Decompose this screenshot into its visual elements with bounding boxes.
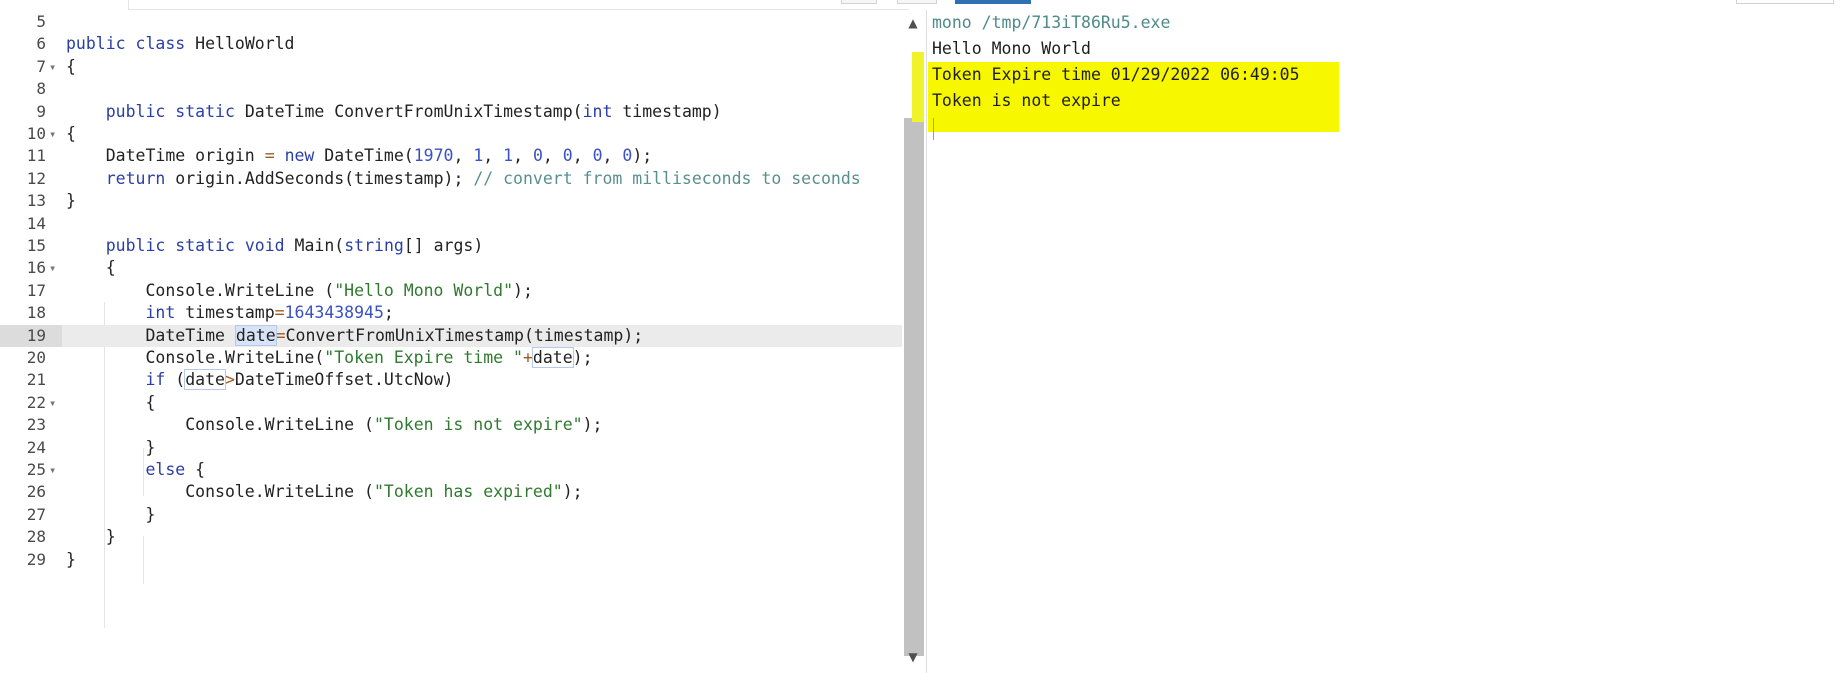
code-text: Console.WriteLine ("Hello Mono World"); [66, 280, 533, 300]
console-output-line: Token Expire time 01/29/2022 06:49:05 [932, 65, 1300, 84]
scroll-up-arrow-icon[interactable]: ▲ [906, 16, 920, 30]
code-line[interactable]: 8 [0, 78, 902, 100]
code-text: } [66, 504, 156, 524]
code-text: Console.WriteLine ("Token is not expire"… [66, 415, 603, 435]
code-text: public static void Main(string[] args) [105, 236, 484, 255]
code-line[interactable]: 15 public static void Main(string[] args… [0, 235, 902, 257]
code-line[interactable]: 22 ▾ { [0, 392, 902, 414]
code-line[interactable]: 28 } [0, 526, 902, 548]
ide-window: 5 6 public class HelloWorld 7 ▾{8 9 public st… [0, 0, 1846, 673]
fold-caret-icon[interactable]: ▾ [49, 392, 56, 414]
console-toolbar-button[interactable] [1736, 0, 1834, 4]
code-line[interactable]: 25 ▾ else { [0, 459, 902, 481]
toolbar-button-1[interactable] [841, 0, 877, 4]
code-line[interactable]: 23 Console.WriteLine ("Token is not expi… [0, 414, 902, 436]
code-line[interactable]: 11 DateTime origin = new DateTime(1970, … [0, 145, 902, 167]
code-text: return origin.AddSeconds(timestamp); // … [105, 168, 861, 188]
line-number: 23 [26, 415, 46, 435]
code-line[interactable]: 5 [0, 11, 902, 33]
scroll-down-arrow-icon[interactable]: ▼ [906, 650, 920, 664]
fold-caret-icon[interactable]: ▾ [49, 257, 56, 279]
code-line[interactable]: 24 } [0, 437, 902, 459]
code-line[interactable]: 17 Console.WriteLine ("Hello Mono World"… [0, 280, 902, 302]
code-text: DateTime origin = new DateTime(1970, 1, … [66, 146, 653, 166]
line-number: 11 [26, 146, 46, 166]
code-text: else { [145, 460, 206, 479]
line-number: 8 [36, 79, 46, 99]
code-line[interactable]: 20 Console.WriteLine("Token Expire time … [0, 347, 902, 369]
code-text: Console.WriteLine ("Token has expired"); [66, 482, 583, 502]
line-number: 16 [26, 258, 46, 278]
code-text: } [66, 549, 76, 569]
line-number: 28 [26, 527, 46, 547]
code-line[interactable]: 13} [0, 190, 902, 212]
code-line[interactable]: 19 DateTime date=ConvertFromUnixTimestam… [0, 324, 902, 347]
line-number: 12 [26, 168, 46, 188]
code-text: { [66, 124, 76, 143]
code-text: } [66, 527, 116, 547]
code-line[interactable]: 14 [0, 213, 902, 235]
code-line[interactable]: 29} [0, 549, 902, 571]
console-command-line: mono /tmp/713iT86Ru5.exe [932, 13, 1171, 32]
line-number: 24 [26, 437, 46, 457]
code-line[interactable]: 21 if (date>DateTimeOffset.UtcNow) [0, 369, 902, 391]
fold-caret-icon[interactable]: ▾ [49, 56, 56, 78]
code-editor[interactable]: 5 6 public class HelloWorld 7 ▾{8 9 public st… [0, 10, 902, 673]
code-line[interactable]: 10 ▾ { [0, 123, 902, 145]
code-text: { [66, 392, 156, 412]
fold-caret-icon[interactable]: ▾ [49, 123, 56, 145]
line-number: 7 [36, 56, 46, 76]
pane-divider[interactable] [926, 10, 927, 673]
line-number: 29 [26, 549, 46, 569]
code-text: } [66, 191, 76, 211]
code-text: Console.WriteLine("Token Expire time "+d… [66, 347, 593, 368]
code-text: { [66, 56, 76, 76]
console-text-cursor [933, 118, 934, 140]
editor-toolbar [128, 0, 1031, 10]
code-text: } [66, 437, 156, 457]
console-output-line: Hello Mono World [932, 39, 1091, 58]
code-line[interactable]: 18 int timestamp=1643438945; [0, 302, 902, 324]
scrollbar-thumb[interactable] [904, 118, 924, 656]
line-number: 21 [26, 370, 46, 390]
console-output-line: Token is not expire [932, 91, 1121, 110]
code-text: int timestamp=1643438945; [145, 303, 394, 323]
code-line[interactable]: 27 } [0, 504, 902, 526]
line-number: 6 [36, 34, 46, 54]
line-number: 10 [26, 124, 46, 143]
code-text: { [66, 258, 116, 278]
line-number: 17 [26, 280, 46, 300]
line-number: 9 [36, 101, 46, 121]
code-line[interactable]: 6 public class HelloWorld [0, 33, 902, 55]
line-number: 26 [26, 482, 46, 502]
code-line[interactable]: 9 public static DateTime ConvertFromUnix… [0, 101, 902, 123]
code-text: public class HelloWorld [66, 34, 295, 54]
fold-caret-icon[interactable]: ▾ [49, 459, 56, 481]
line-number: 20 [26, 348, 46, 367]
line-number: 19 [26, 325, 46, 345]
line-number: 25 [26, 460, 46, 479]
code-text: DateTime date=ConvertFromUnixTimestamp(t… [66, 324, 644, 346]
line-number: 13 [26, 191, 46, 211]
line-number: 14 [26, 213, 46, 233]
code-line[interactable]: 12 return origin.AddSeconds(timestamp); … [0, 168, 902, 190]
line-number: 27 [26, 504, 46, 524]
scrollbar-highlight-marker [912, 52, 924, 122]
code-line[interactable]: 16 ▾ { [0, 257, 902, 279]
code-line[interactable]: 26 Console.WriteLine ("Token has expired… [0, 481, 902, 503]
code-line[interactable]: 7 ▾ { [0, 56, 902, 78]
line-number: 18 [26, 303, 46, 323]
line-number: 15 [26, 236, 46, 255]
output-console[interactable]: mono /tmp/713iT86Ru5.exe Hello Mono Worl… [928, 10, 1846, 673]
code-text: public static DateTime ConvertFromUnixTi… [105, 101, 722, 121]
line-number: 22 [26, 392, 46, 412]
toolbar-run-button[interactable] [955, 0, 1031, 4]
line-number: 5 [36, 12, 46, 31]
toolbar-button-2[interactable] [897, 0, 937, 4]
code-text: if (date>DateTimeOffset.UtcNow) [145, 369, 454, 391]
